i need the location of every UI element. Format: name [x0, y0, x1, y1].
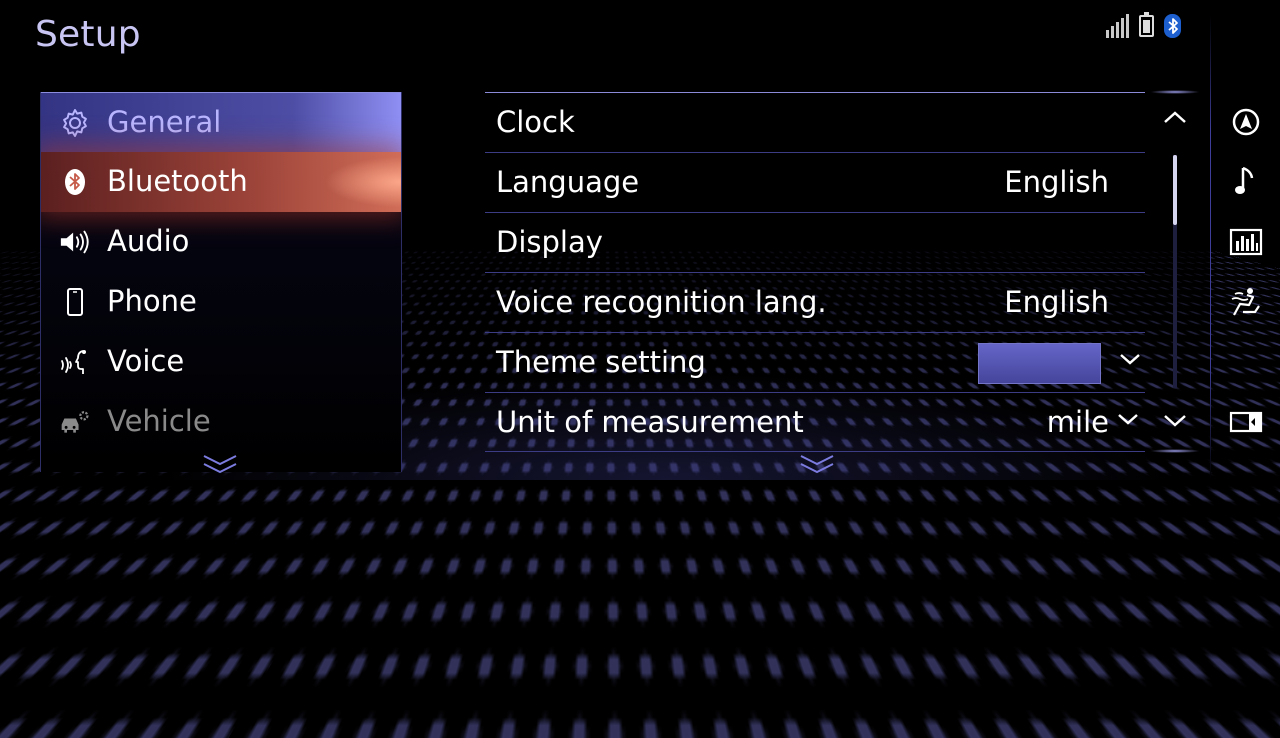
- menu-item-label: Bluetooth: [107, 164, 248, 198]
- setting-row-clock[interactable]: Clock: [485, 92, 1145, 153]
- speaker-icon: [59, 227, 91, 257]
- split-screen-icon[interactable]: [1226, 402, 1266, 442]
- menu-item-general[interactable]: General: [41, 92, 401, 152]
- scrollbar-glow: [1150, 90, 1200, 94]
- setting-row-unit-of-measurement[interactable]: Unit of measurement mile: [485, 392, 1145, 453]
- setting-label: Theme setting: [496, 345, 706, 379]
- menu-item-phone[interactable]: Phone: [41, 272, 401, 332]
- scrollbar-thumb[interactable]: [1173, 155, 1177, 225]
- equalizer-icon[interactable]: [1226, 222, 1266, 262]
- theme-color-swatch: [978, 343, 1101, 384]
- status-bar: [1106, 12, 1181, 38]
- menu-item-vehicle[interactable]: Vehicle: [41, 392, 401, 452]
- music-note-icon[interactable]: [1226, 162, 1266, 202]
- menu-scroll-down-icon[interactable]: [200, 452, 240, 480]
- phone-icon: [59, 287, 91, 317]
- gear-icon: [59, 108, 91, 138]
- menu-item-label: General: [107, 105, 222, 139]
- setting-label: Language: [496, 165, 640, 199]
- navigation-icon[interactable]: [1226, 102, 1266, 142]
- menu-item-voice[interactable]: Voice: [41, 332, 401, 392]
- menu-item-label: Vehicle: [107, 404, 211, 438]
- setting-row-language[interactable]: Language English: [485, 152, 1145, 213]
- voice-icon: [59, 347, 91, 377]
- setting-row-voice-recognition-lang[interactable]: Voice recognition lang. English: [485, 272, 1145, 333]
- scroll-up-button[interactable]: [1162, 108, 1188, 130]
- setting-label: Display: [496, 225, 603, 259]
- signal-strength-icon: [1106, 14, 1129, 38]
- rail-divider: [1210, 15, 1211, 480]
- category-menu: General Bluetooth Audio Phone Voice Vehi…: [40, 92, 402, 472]
- menu-item-audio[interactable]: Audio: [41, 212, 401, 272]
- setting-value: mile: [1046, 405, 1109, 439]
- chevron-down-icon[interactable]: [1117, 411, 1139, 430]
- vehicle-settings-icon: [59, 407, 91, 437]
- screen-title: Setup: [35, 14, 141, 55]
- setting-value: English: [1004, 165, 1109, 199]
- climate-seat-icon[interactable]: [1226, 282, 1266, 322]
- setting-label: Voice recognition lang.: [496, 285, 827, 319]
- chevron-down-icon[interactable]: [1119, 351, 1141, 370]
- setting-label: Clock: [496, 105, 575, 139]
- setting-row-theme[interactable]: Theme setting: [485, 332, 1145, 393]
- menu-item-label: Audio: [107, 224, 190, 258]
- battery-icon: [1139, 12, 1154, 37]
- setting-row-display[interactable]: Display: [485, 212, 1145, 273]
- setting-value: English: [1004, 285, 1109, 319]
- list-scroll-down-icon[interactable]: [798, 452, 836, 480]
- setting-label: Unit of measurement: [496, 405, 804, 439]
- bluetooth-icon: [59, 167, 91, 197]
- scroll-down-button[interactable]: [1162, 412, 1188, 434]
- menu-item-label: Phone: [107, 284, 197, 318]
- menu-item-bluetooth[interactable]: Bluetooth: [41, 152, 401, 212]
- menu-item-label: Voice: [107, 344, 185, 378]
- bluetooth-status-icon: [1164, 14, 1181, 38]
- scrollbar-glow: [1150, 449, 1200, 453]
